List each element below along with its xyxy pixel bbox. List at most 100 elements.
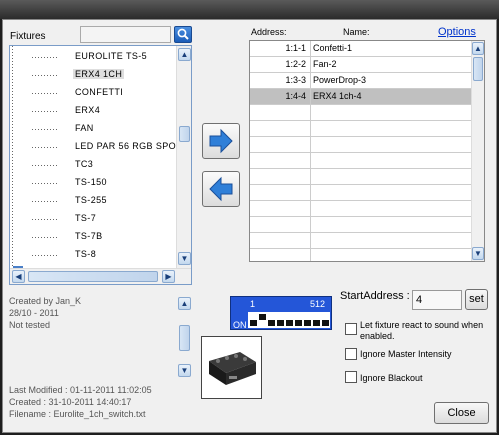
- ignore-master-label: Ignore Master Intensity: [360, 349, 452, 359]
- react-sound-checkbox[interactable]: [345, 323, 357, 335]
- tree-item-label: ERX4 1CH: [73, 69, 125, 79]
- tree-item-label: CONFETTI: [75, 87, 124, 97]
- tree-item[interactable]: EUROLITE TS-5: [10, 48, 175, 66]
- tree-item[interactable]: FAN: [10, 120, 175, 138]
- address-cell: 1:1-1: [250, 41, 311, 56]
- fixtures-label: Fixtures: [10, 31, 46, 42]
- empty-table-row[interactable]: [250, 169, 471, 185]
- tree-item[interactable]: LED PAR 56 RGB SPO: [10, 138, 177, 156]
- fixture-search-input[interactable]: [80, 26, 171, 43]
- table-row[interactable]: 1:3-3 PowerDrop-3: [250, 73, 471, 89]
- tree-item[interactable]: CONFETTI: [10, 84, 175, 102]
- dip-switch[interactable]: [250, 320, 257, 326]
- options-link[interactable]: Options: [438, 26, 476, 38]
- address-cell: [250, 185, 311, 200]
- dip-switch[interactable]: [286, 320, 293, 326]
- table-row[interactable]: 1:1-1 Confetti-1: [250, 41, 471, 57]
- scroll-up-button[interactable]: ▲: [178, 297, 191, 310]
- empty-table-row[interactable]: [250, 137, 471, 153]
- empty-table-row[interactable]: [250, 121, 471, 137]
- scroll-up-button[interactable]: ▲: [178, 48, 191, 61]
- info-scrollbar[interactable]: ▲ ▼: [177, 296, 192, 378]
- address-cell: [250, 105, 311, 120]
- tree-vertical-scrollbar[interactable]: ▲ ▼: [176, 46, 191, 268]
- address-cell: [250, 201, 311, 216]
- empty-table-row[interactable]: [250, 249, 471, 261]
- address-cell: 1:4-4: [250, 89, 311, 104]
- address-cell: [250, 137, 311, 152]
- dip-switch[interactable]: [322, 320, 329, 326]
- name-column-header: Name:: [343, 27, 370, 37]
- scroll-up-button[interactable]: ▲: [472, 42, 484, 55]
- arrow-right-icon: [209, 128, 233, 154]
- start-address-input[interactable]: [412, 290, 462, 310]
- scroll-thumb[interactable]: [179, 325, 190, 351]
- dip-switch-panel: 1 512 ON: [230, 296, 332, 330]
- address-column-header: Address:: [251, 27, 287, 37]
- fixture-tree[interactable]: EUROLITE TS-5 ERX4 1CH CONFETTI ERX4 FAN…: [9, 45, 192, 285]
- patch-table[interactable]: 1:1-1 Confetti-1 1:2-2 Fan-2 1:3-3 PowerDro…: [249, 40, 485, 262]
- tree-item-label: ERX4: [75, 105, 101, 115]
- scroll-thumb[interactable]: [473, 57, 483, 81]
- dip-switch[interactable]: [295, 320, 302, 326]
- ignore-blackout-label: Ignore Blackout: [360, 373, 423, 383]
- dip-end-number: 512: [310, 299, 326, 309]
- scroll-down-button[interactable]: ▼: [178, 252, 191, 265]
- add-fixture-button[interactable]: [202, 123, 240, 159]
- remove-fixture-button[interactable]: [202, 171, 240, 207]
- set-button[interactable]: set: [465, 289, 488, 310]
- tree-item[interactable]: TS-7B: [10, 228, 175, 246]
- dip-switch[interactable]: [259, 314, 266, 320]
- address-cell: [250, 233, 311, 248]
- dip-switch[interactable]: [304, 320, 311, 326]
- table-row-selected[interactable]: 1:4-4 ERX4 1ch-4: [250, 89, 471, 105]
- ignore-master-checkbox[interactable]: [345, 348, 357, 360]
- name-cell: Confetti-1: [313, 43, 353, 53]
- created-text: Created : 31-10-2011 14:40:17: [9, 397, 132, 407]
- last-modified-text: Last Modified : 01-11-2011 11:02:05: [9, 385, 152, 395]
- info-line: 28/10 - 2011: [9, 308, 59, 318]
- tree-item[interactable]: TC3: [10, 156, 175, 174]
- fixture-image: [201, 336, 262, 399]
- scroll-down-button[interactable]: ▼: [178, 364, 191, 377]
- empty-table-row[interactable]: [250, 217, 471, 233]
- dip-switch[interactable]: [268, 320, 275, 326]
- table-scrollbar[interactable]: ▲ ▼: [471, 41, 484, 261]
- search-icon: [177, 28, 189, 40]
- tree-horizontal-scrollbar[interactable]: ◀ ▶: [10, 268, 191, 284]
- scroll-thumb[interactable]: [179, 126, 190, 142]
- empty-table-row[interactable]: [250, 105, 471, 121]
- react-sound-label: Let fixture react to sound when enabled.: [360, 320, 484, 341]
- dip-on-label: ON: [233, 320, 247, 330]
- ignore-blackout-checkbox[interactable]: [345, 371, 357, 383]
- address-cell: [250, 249, 311, 261]
- scroll-down-button[interactable]: ▼: [472, 247, 484, 260]
- tree-item-label: TS-8: [75, 249, 97, 259]
- info-line: Not tested: [9, 320, 51, 330]
- title-bar: [0, 0, 499, 19]
- address-cell: 1:3-3: [250, 73, 311, 88]
- scroll-right-button[interactable]: ▶: [162, 270, 175, 283]
- tree-item-label: TS-7B: [75, 231, 103, 241]
- empty-table-row[interactable]: [250, 185, 471, 201]
- tree-item-label: TS-255: [75, 195, 107, 205]
- table-row[interactable]: 1:2-2 Fan-2: [250, 57, 471, 73]
- tree-item[interactable]: ERX4: [10, 102, 175, 120]
- tree-item-label: LED PAR 56 RGB SPO: [75, 141, 177, 151]
- address-cell: 1:2-2: [250, 57, 311, 72]
- dip-switch[interactable]: [313, 320, 320, 326]
- scroll-thumb[interactable]: [28, 271, 158, 282]
- dip-switch[interactable]: [277, 320, 284, 326]
- tree-item[interactable]: TS-255: [10, 192, 175, 210]
- empty-table-row[interactable]: [250, 153, 471, 169]
- tree-item[interactable]: TS-150: [10, 174, 175, 192]
- tree-item-selected[interactable]: ERX4 1CH: [10, 66, 175, 84]
- tree-item[interactable]: TS-8: [10, 246, 175, 264]
- scroll-left-button[interactable]: ◀: [12, 270, 25, 283]
- name-cell: Fan-2: [313, 59, 337, 69]
- empty-table-row[interactable]: [250, 233, 471, 249]
- close-button[interactable]: Close: [434, 402, 489, 424]
- search-button[interactable]: [174, 26, 192, 43]
- tree-item[interactable]: TS-7: [10, 210, 175, 228]
- empty-table-row[interactable]: [250, 201, 471, 217]
